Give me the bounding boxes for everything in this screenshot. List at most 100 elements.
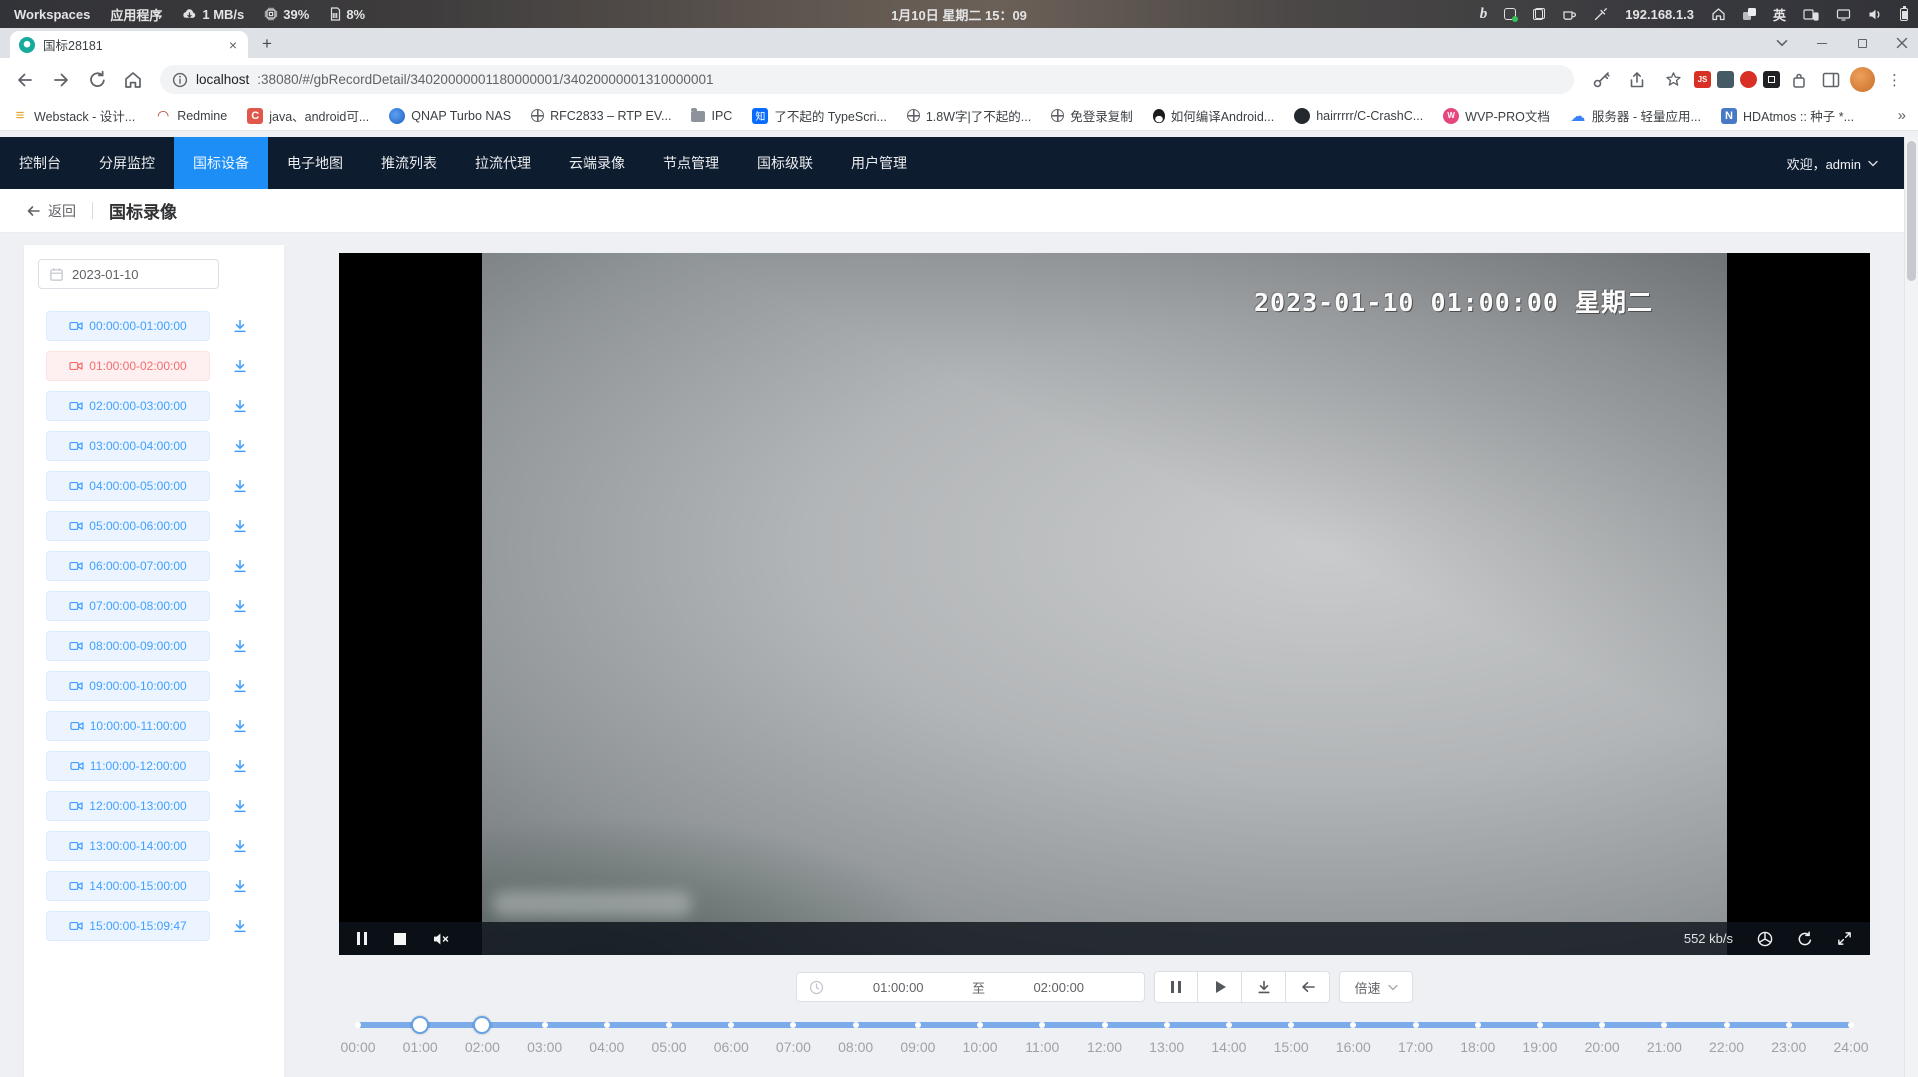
segment-button[interactable]: 12:00:00-13:00:00 <box>46 791 210 821</box>
timeline-stop[interactable] <box>1475 1022 1481 1028</box>
bookmark-item[interactable]: 服务器 - 轻量应用... <box>1570 106 1701 125</box>
fullscreen-icon[interactable] <box>1837 931 1852 946</box>
bookmark-item[interactable]: 如何编译Android... <box>1153 106 1275 125</box>
segment-download-icon[interactable] <box>232 718 248 734</box>
nav-item[interactable]: 国标级联 <box>738 137 832 189</box>
segment-download-icon[interactable] <box>232 358 248 374</box>
scrollbar-thumb[interactable] <box>1907 141 1916 281</box>
timeline-slider[interactable]: 00:0001:0002:0003:0004:0005:0006:0007:00… <box>358 1016 1851 1066</box>
segment-button[interactable]: 00:00:00-01:00:00 <box>46 311 210 341</box>
nav-item[interactable]: 拉流代理 <box>456 137 550 189</box>
timeline-stop[interactable] <box>1226 1022 1232 1028</box>
browser-menu-kebab-icon[interactable]: ⋮ <box>1881 71 1908 89</box>
battery-icon[interactable] <box>1900 8 1908 21</box>
video-surface[interactable]: 2023-01-10 01:00:00 星期二 <box>482 253 1727 955</box>
bookmark-star-icon[interactable] <box>1658 65 1688 95</box>
back-link[interactable]: 返回 <box>26 201 76 221</box>
time-range-picker[interactable]: 01:00:00 至 02:00:00 <box>796 972 1145 1002</box>
bing-tray-icon[interactable]: b <box>1480 6 1488 23</box>
segment-button[interactable]: 09:00:00-10:00:00 <box>46 671 210 701</box>
clock[interactable]: 1月10日 星期二 15：09 <box>891 5 1027 24</box>
timeline-stop[interactable] <box>853 1022 859 1028</box>
timeline-stop[interactable] <box>728 1022 734 1028</box>
refresh-icon[interactable] <box>1797 931 1813 947</box>
bookmark-item[interactable]: Webstack - 设计... <box>12 106 135 125</box>
input-method-indicator[interactable]: 英 <box>1773 5 1786 24</box>
snapshot-shutter-icon[interactable] <box>1757 931 1773 947</box>
timeline-stop[interactable] <box>1661 1022 1667 1028</box>
segment-download-icon[interactable] <box>232 798 248 814</box>
timeline-handle[interactable] <box>411 1016 429 1034</box>
segment-download-icon[interactable] <box>232 558 248 574</box>
color-picker-icon[interactable] <box>1594 7 1608 21</box>
segment-button[interactable]: 10:00:00-11:00:00 <box>46 711 210 741</box>
forward-button[interactable] <box>46 65 76 95</box>
caffeine-cup-icon[interactable] <box>1562 8 1577 21</box>
extension-badge[interactable] <box>1717 71 1734 88</box>
nav-item[interactable]: 用户管理 <box>832 137 926 189</box>
bookmark-item[interactable]: RFC2833 – RTP EV... <box>531 109 671 123</box>
segment-button[interactable]: 07:00:00-08:00:00 <box>46 591 210 621</box>
ip-address-indicator[interactable]: 192.168.1.3 <box>1625 7 1694 22</box>
window-restore-button[interactable] <box>1854 35 1870 51</box>
browser-home-button[interactable] <box>118 65 148 95</box>
share-icon[interactable] <box>1622 65 1652 95</box>
timeline-stop[interactable] <box>1724 1022 1730 1028</box>
timeline-stop[interactable] <box>1350 1022 1356 1028</box>
segment-download-icon[interactable] <box>232 398 248 414</box>
home-icon[interactable] <box>1711 7 1726 21</box>
segment-button[interactable]: 13:00:00-14:00:00 <box>46 831 210 861</box>
speed-dropdown[interactable]: 倍速 <box>1339 971 1412 1003</box>
nav-item[interactable]: 云端录像 <box>550 137 644 189</box>
user-menu[interactable]: 欢迎，admin <box>1787 154 1904 173</box>
back-button[interactable] <box>10 65 40 95</box>
timeline-stop[interactable] <box>1102 1022 1108 1028</box>
volume-icon[interactable] <box>1868 8 1883 21</box>
pause-button[interactable] <box>1154 971 1198 1003</box>
timeline-stop[interactable] <box>1164 1022 1170 1028</box>
timeline-stop[interactable] <box>542 1022 548 1028</box>
timeline-stop[interactable] <box>1848 1022 1854 1028</box>
timeline-stop[interactable] <box>1413 1022 1419 1028</box>
bookmark-item[interactable]: hairrrrr/C-CrashC... <box>1294 108 1423 124</box>
nav-item[interactable]: 节点管理 <box>644 137 738 189</box>
window-close-button[interactable] <box>1894 35 1910 51</box>
reload-button[interactable] <box>82 65 112 95</box>
browser-tab[interactable]: 国标28181 × <box>10 31 248 58</box>
bookmark-item[interactable]: HDAtmos :: 种子 *... <box>1721 106 1854 125</box>
bookmark-item[interactable]: 1.8W字|了不起的... <box>907 106 1031 125</box>
segment-download-icon[interactable] <box>232 518 248 534</box>
clipboard-icon[interactable] <box>1533 8 1545 20</box>
extension-black-badge[interactable] <box>1763 71 1780 88</box>
page-scrollbar[interactable] <box>1904 137 1918 1077</box>
bookmarks-overflow-icon[interactable]: » <box>1898 107 1906 124</box>
segment-download-icon[interactable] <box>232 838 248 854</box>
applications-menu[interactable]: 应用程序 <box>110 5 162 24</box>
segment-download-icon[interactable] <box>232 438 248 454</box>
timeline-stop[interactable] <box>604 1022 610 1028</box>
player-pause-icon[interactable] <box>357 932 367 945</box>
bookmark-item[interactable]: 了不起的 TypeScri... <box>752 106 887 125</box>
timeline-stop[interactable] <box>1537 1022 1543 1028</box>
timeline-stop[interactable] <box>666 1022 672 1028</box>
workspaces-button[interactable]: Workspaces <box>14 7 90 22</box>
bookmark-item[interactable]: WVP-PRO文档 <box>1443 106 1550 125</box>
start-time-input[interactable]: 01:00:00 <box>824 980 972 995</box>
segment-download-icon[interactable] <box>232 678 248 694</box>
segment-button[interactable]: 03:00:00-04:00:00 <box>46 431 210 461</box>
segment-button[interactable]: 11:00:00-12:00:00 <box>46 751 210 781</box>
segment-download-icon[interactable] <box>232 918 248 934</box>
side-panel-icon[interactable] <box>1818 65 1844 95</box>
tab-close-icon[interactable]: × <box>227 37 239 53</box>
timeline-stop[interactable] <box>915 1022 921 1028</box>
nav-item[interactable]: 控制台 <box>0 137 80 189</box>
display-icon[interactable] <box>1836 8 1851 21</box>
nav-item[interactable]: 分屏监控 <box>80 137 174 189</box>
segment-button[interactable]: 06:00:00-07:00:00 <box>46 551 210 581</box>
new-tab-button[interactable]: + <box>254 31 280 57</box>
segment-button[interactable]: 15:00:00-15:09:47 <box>46 911 210 941</box>
extension-red-circle-badge[interactable] <box>1740 71 1757 88</box>
nav-item[interactable]: 国标设备 <box>174 137 268 189</box>
timeline-stop[interactable] <box>977 1022 983 1028</box>
segment-download-icon[interactable] <box>232 638 248 654</box>
